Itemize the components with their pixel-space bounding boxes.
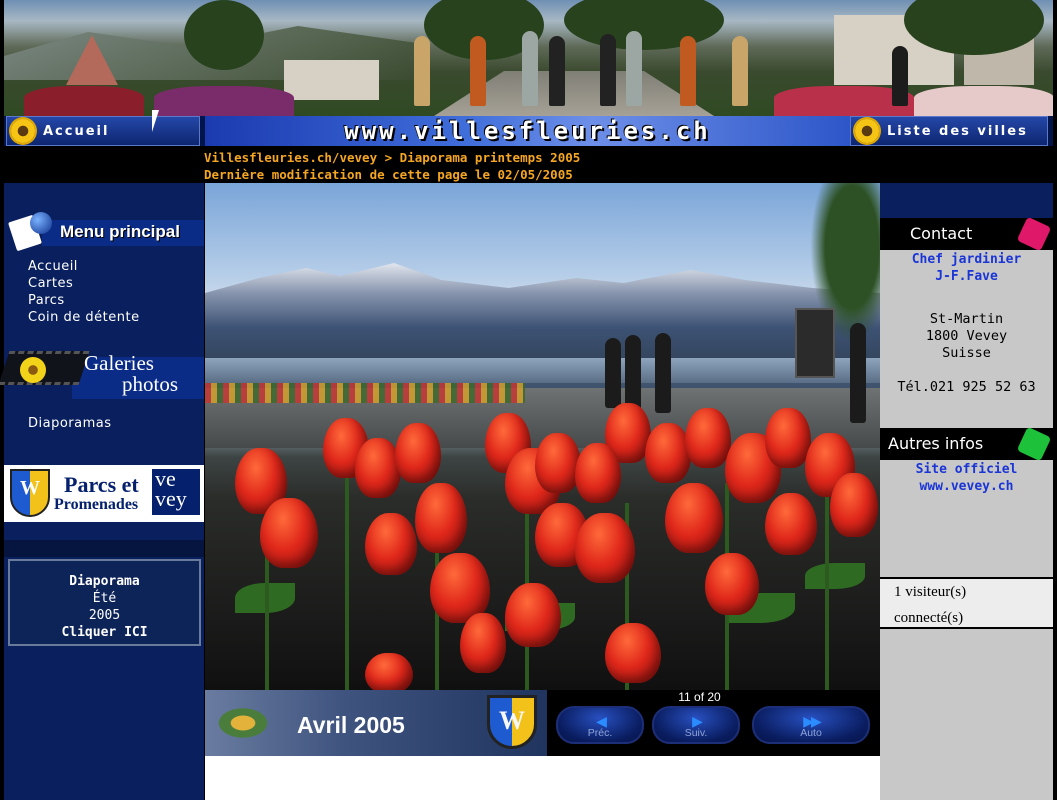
parcs-banner-line1: Parcs et [64, 472, 139, 497]
header-banner-photo [4, 0, 1053, 116]
other-info-header: Autres infos [880, 426, 1053, 462]
visitor-line2: connecté(s) [894, 610, 964, 626]
menu-item-parcs[interactable]: Parcs [28, 292, 140, 309]
cities-list-button[interactable]: Liste des villes [850, 116, 1048, 146]
menu-item-coin-de-detente[interactable]: Coin de détente [28, 309, 140, 326]
address-line2: 1800 Vevey [925, 328, 1008, 344]
parcs-banner-line2: Promenades [54, 496, 139, 513]
right-sidebar-top [880, 183, 1053, 218]
flower-icon [20, 357, 46, 383]
vevey-logo: ve vey [152, 468, 200, 515]
cities-label: Liste des villes [887, 123, 1028, 139]
diapo-line3: 2005 [88, 608, 121, 623]
content-footer-area [205, 756, 880, 800]
home-button[interactable]: Accueil [6, 116, 200, 146]
site-logo[interactable]: www.villesfleuries.ch [205, 116, 850, 146]
official-line1: Site officiel [915, 462, 1018, 477]
diapo-line4: Cliquer ICI [61, 625, 148, 640]
breadcrumb-path[interactable]: Villesfleuries.ch/vevey > Diaporama prin… [204, 149, 580, 166]
pink-book-icon [1016, 216, 1052, 252]
summer-slideshow-button[interactable]: Diaporama Été 2005 Cliquer ICI [8, 559, 201, 646]
gallery-title-line2: photos [122, 372, 179, 396]
autoplay-label: Auto [800, 727, 822, 739]
main-menu: Accueil Cartes Parcs Coin de détente [28, 258, 140, 326]
menu-title: Menu principal [60, 222, 180, 241]
diapo-line2: Été [92, 591, 117, 606]
mouse-cursor-icon [151, 109, 160, 133]
slideshow-controls: 11 of 20 ◀ Préc. ▶ Suiv. ▶▶ Auto [547, 690, 880, 756]
parcs-promenades-banner[interactable]: W Parcs et Promenades ve vey [4, 465, 204, 522]
visitor-counter: 1 visiteur(s) connecté(s) [880, 577, 1053, 629]
sidebar-divider [4, 540, 204, 557]
gallery-title-line1: Galeries [84, 351, 154, 375]
slide-title: Avril 2005 [297, 712, 405, 738]
breadcrumb: Villesfleuries.ch/vevey > Diaporama prin… [204, 149, 580, 183]
last-modified: Dernière modification de cette page le 0… [204, 167, 573, 182]
address-line3: Suisse [942, 345, 991, 361]
site-name: www.villesfleuries.ch [344, 117, 711, 145]
next-label: Suiv. [684, 727, 708, 739]
green-book-icon [1016, 426, 1052, 462]
previous-label: Préc. [587, 727, 613, 739]
previous-button[interactable]: ◀ Préc. [556, 706, 644, 744]
sunflower-icon [11, 119, 35, 143]
menu-header: Menu principal [4, 208, 204, 252]
other-info-title: Autres infos [888, 434, 984, 453]
home-label: Accueil [43, 123, 110, 139]
gardener-line1: Chef jardinier [911, 252, 1022, 267]
vevey-shield-icon: W [10, 469, 50, 517]
sunflower-icon [855, 119, 879, 143]
slide-caption-bar: Avril 2005 W [205, 690, 547, 756]
gardener-link[interactable]: Chef jardinier J-F.Fave [880, 251, 1053, 285]
autoplay-button[interactable]: ▶▶ Auto [752, 706, 870, 744]
visitor-line1: 1 visiteur(s) [894, 584, 967, 600]
official-line2: www.vevey.ch [919, 479, 1014, 494]
gardener-line2: J-F.Fave [935, 269, 998, 284]
phone-number: Tél.021 925 52 63 [897, 379, 1036, 395]
diaporamas-link[interactable]: Diaporamas [28, 416, 112, 431]
menu-paper-globe-icon [8, 212, 52, 252]
slide-counter: 11 of 20 [678, 690, 721, 704]
official-site-link[interactable]: Site officiel www.vevey.ch [880, 461, 1053, 495]
diapo-line1: Diaporama [69, 574, 140, 589]
villes-fleuries-logo-icon [215, 706, 271, 740]
next-button[interactable]: ▶ Suiv. [652, 706, 740, 744]
contact-title: Contact [910, 224, 973, 243]
address: St-Martin 1800 Vevey Suisse [880, 311, 1053, 362]
vevey-shield-icon: W [487, 695, 537, 749]
address-line1: St-Martin [929, 311, 1004, 327]
menu-item-cartes[interactable]: Cartes [28, 275, 140, 292]
slideshow-photo [205, 183, 880, 690]
menu-item-accueil[interactable]: Accueil [28, 258, 140, 275]
contact-header: Contact [880, 216, 1053, 252]
